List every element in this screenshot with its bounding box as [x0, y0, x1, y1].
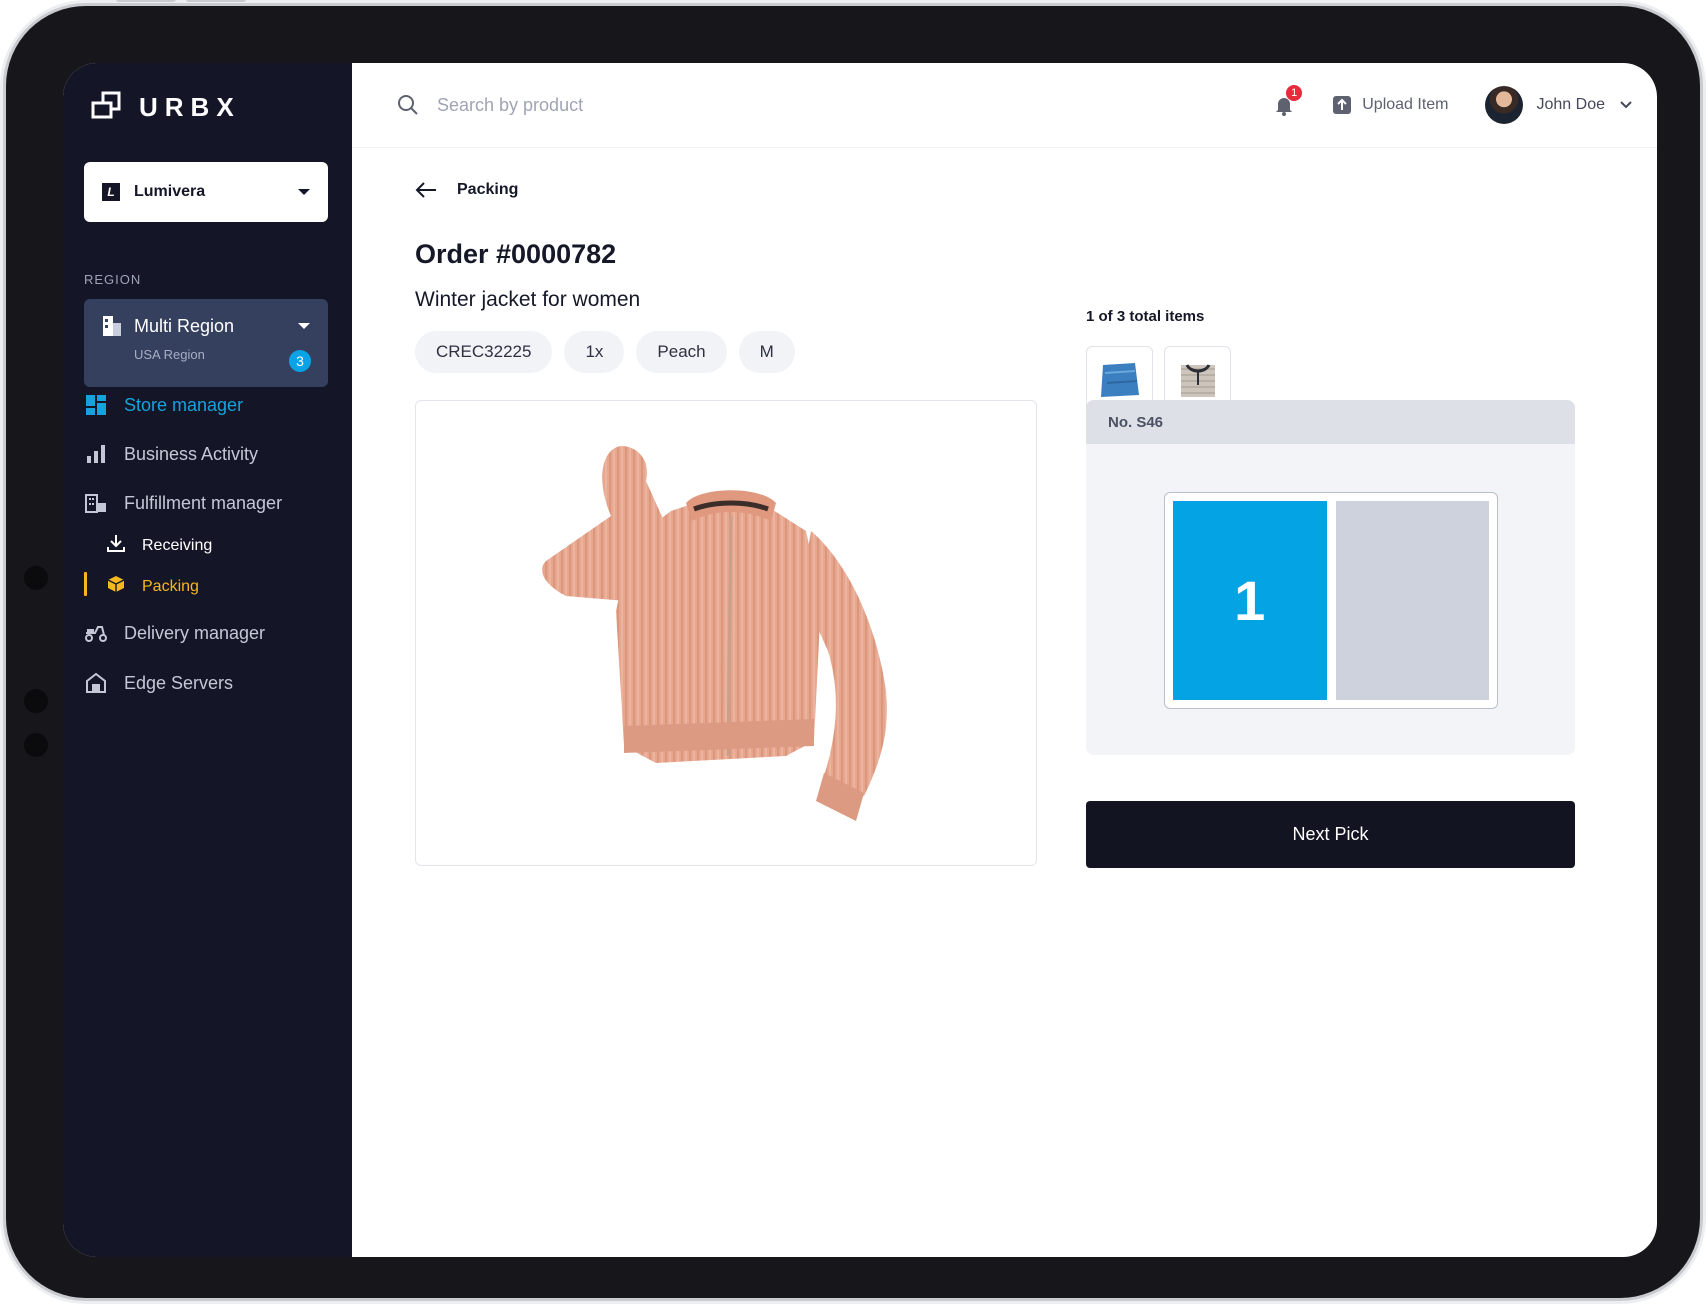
box-slots: 1	[1164, 492, 1498, 709]
main-content: 1 Upload Item John Doe Packing Order #00…	[352, 63, 1657, 1257]
nav-label: Fulfillment manager	[124, 492, 283, 513]
box-icon	[106, 574, 126, 599]
jacket-image	[542, 446, 887, 821]
user-name: John Doe	[1536, 96, 1606, 113]
sidebar: URBX L Lumivera REGION Multi Region USA …	[63, 63, 352, 1257]
next-pick-button[interactable]: Next Pick	[1086, 801, 1575, 868]
region-count-badge: 3	[289, 350, 311, 372]
sku-chip: CREC32225	[415, 331, 553, 373]
box-layout-card: No. S46 1	[1086, 400, 1575, 755]
nav-label: Receiving	[142, 536, 213, 554]
urbx-logo-icon	[91, 91, 121, 119]
region-subtitle: USA Region	[134, 347, 205, 362]
scooter-icon	[84, 621, 108, 645]
search-input[interactable]	[437, 94, 837, 116]
nav-edge-servers[interactable]: Edge Servers	[84, 671, 233, 695]
region-select[interactable]: Multi Region USA Region 3	[84, 299, 328, 387]
sensor-dot	[24, 689, 48, 713]
nav-label: Edge Servers	[124, 672, 234, 693]
region-building-icon	[103, 316, 121, 336]
box-slot-filled[interactable]: 1	[1173, 501, 1327, 700]
building-icon	[84, 491, 108, 515]
caret-down-icon	[298, 189, 310, 195]
store-select-label: Lumivera	[134, 183, 206, 200]
caret-down-icon	[298, 323, 310, 329]
nav-store-manager[interactable]: Store manager	[84, 393, 243, 417]
store-badge-icon: L	[102, 183, 120, 201]
items-count: 1 of 3 total items	[1086, 308, 1205, 325]
jeans-image	[1100, 362, 1139, 397]
logo: URBX	[89, 89, 241, 125]
active-indicator	[84, 572, 87, 596]
store-grid-icon	[84, 393, 108, 417]
box-slot-empty[interactable]	[1335, 501, 1489, 700]
logo-text: URBX	[139, 91, 241, 122]
region-title: Multi Region	[134, 315, 235, 336]
nav-receiving[interactable]: Receiving	[106, 533, 212, 558]
upload-item-label: Upload Item	[1362, 96, 1449, 113]
color-chip: Peach	[636, 331, 727, 373]
chevron-down-icon	[1620, 101, 1632, 109]
avatar	[1484, 86, 1523, 124]
nav-fulfillment-manager[interactable]: Fulfillment manager	[84, 491, 282, 515]
product-attributes: CREC32225 1x Peach M	[415, 331, 795, 373]
nav-label: Packing	[142, 577, 199, 595]
page-title: Order #0000782	[415, 239, 617, 269]
nav-business-activity[interactable]: Business Activity	[84, 442, 258, 466]
volume-button	[116, 0, 176, 2]
volume-button	[186, 0, 246, 2]
tablet-frame: URBX L Lumivera REGION Multi Region USA …	[6, 0, 1700, 1298]
tshirt-image	[1180, 363, 1215, 397]
nav-packing[interactable]: Packing	[106, 574, 199, 599]
upload-item-button[interactable]: Upload Item	[1332, 95, 1449, 115]
sensor-dot	[24, 566, 48, 590]
search-bar	[397, 94, 1272, 116]
app-screen: URBX L Lumivera REGION Multi Region USA …	[63, 63, 1657, 1257]
nav-delivery-manager[interactable]: Delivery manager	[84, 621, 265, 645]
back-arrow-icon[interactable]	[415, 181, 437, 199]
size-chip: M	[738, 331, 795, 373]
product-name: Winter jacket for women	[415, 288, 641, 311]
product-image-card	[415, 400, 1037, 866]
region-label: REGION	[84, 272, 142, 287]
top-bar: 1 Upload Item John Doe	[352, 63, 1657, 148]
upload-icon	[1333, 96, 1352, 114]
notification-button[interactable]: 1	[1272, 85, 1303, 117]
bar-chart-icon	[84, 442, 108, 466]
nav-label: Delivery manager	[124, 622, 266, 643]
nav-label: Store manager	[124, 394, 244, 415]
server-house-icon	[84, 671, 108, 695]
box-title: No. S46	[1086, 400, 1575, 444]
search-icon	[398, 95, 418, 115]
nav-label: Business Activity	[124, 443, 259, 464]
notification-count-badge: 1	[1286, 85, 1303, 101]
store-select[interactable]: L Lumivera	[84, 162, 328, 222]
user-menu[interactable]: John Doe	[1484, 86, 1634, 124]
back-label[interactable]: Packing	[457, 181, 518, 199]
quantity-chip: 1x	[564, 331, 625, 373]
download-icon	[106, 533, 126, 558]
breadcrumb: Packing	[415, 181, 518, 199]
sensor-dot	[24, 733, 48, 757]
